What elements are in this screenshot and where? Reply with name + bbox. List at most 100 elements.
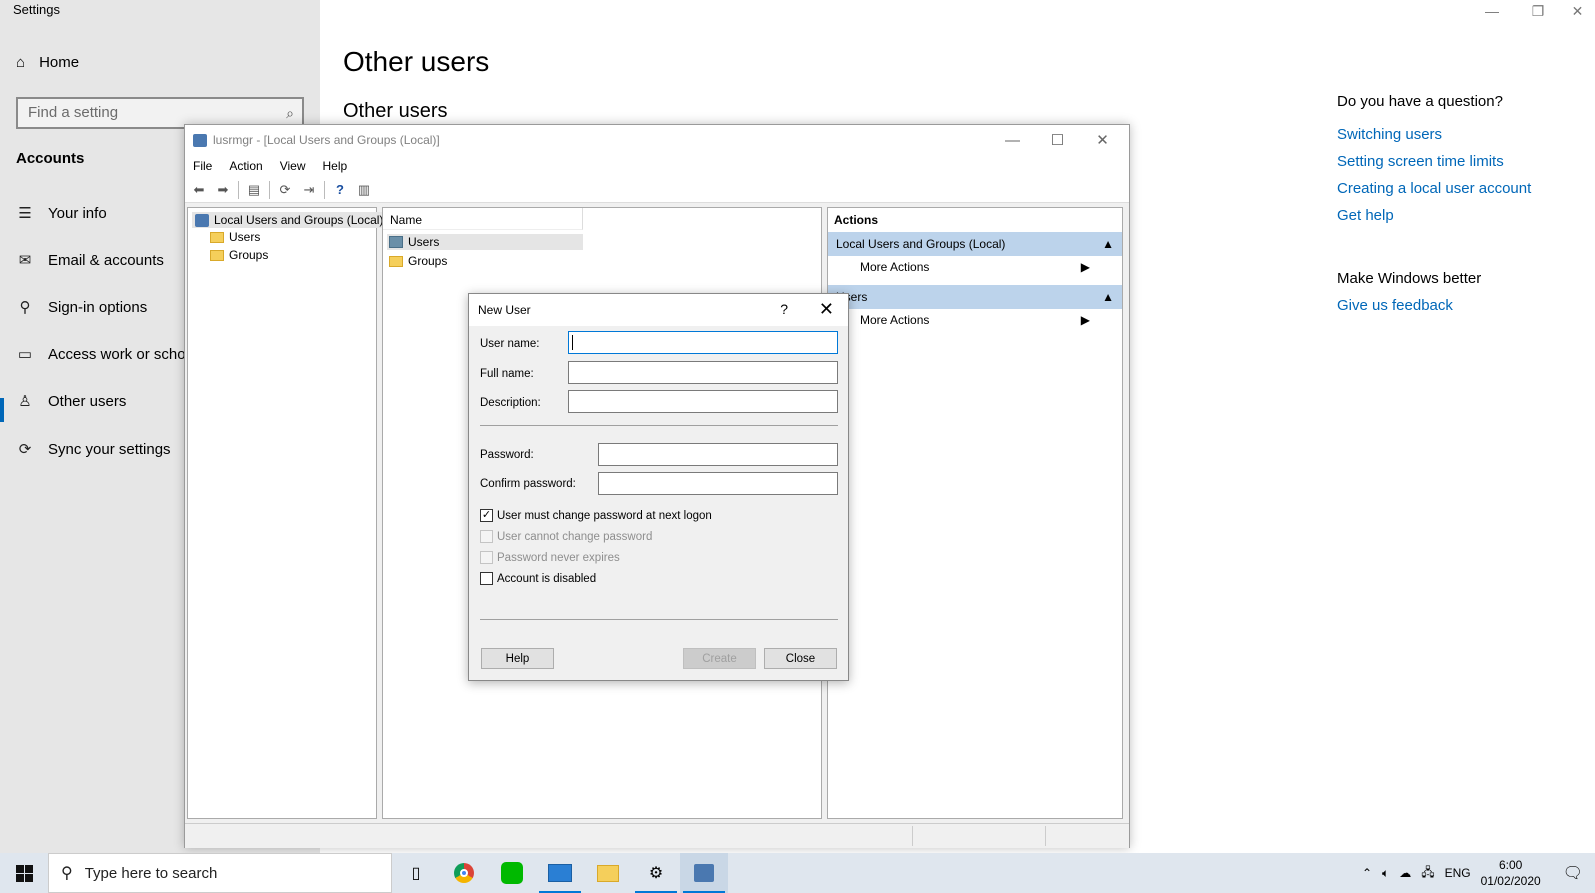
clock[interactable]: 6:00 01/02/2020: [1481, 857, 1541, 889]
home-nav-item[interactable]: ⌂ Home: [16, 54, 79, 71]
list-item-users[interactable]: Users: [387, 234, 583, 250]
confirm-password-input[interactable]: [598, 472, 838, 495]
computer-management-taskbar-icon[interactable]: [680, 853, 728, 893]
chrome-icon[interactable]: [440, 853, 488, 893]
help-icon[interactable]: ?: [331, 181, 349, 199]
task-view-icon[interactable]: ▯: [392, 853, 440, 893]
chevron-up-icon[interactable]: ⌃: [1362, 866, 1372, 880]
tree-item-label: Groups: [229, 248, 269, 262]
action-more-actions[interactable]: More Actions ▶: [828, 309, 1122, 331]
close-icon[interactable]: ✕: [1560, 0, 1595, 22]
checkbox-label: User cannot change password: [497, 530, 653, 543]
question-mark-icon[interactable]: ?: [780, 301, 788, 317]
minimize-icon[interactable]: —: [1469, 0, 1515, 22]
computer-management-icon: [193, 133, 207, 147]
action-item-label: More Actions: [860, 313, 930, 327]
action-group-users[interactable]: Users ▲: [828, 285, 1122, 309]
folder-icon: [389, 255, 403, 267]
username-input[interactable]: [568, 331, 838, 354]
onedrive-icon[interactable]: ☁: [1399, 866, 1411, 880]
language-indicator[interactable]: ENG: [1445, 866, 1471, 880]
username-label: User name:: [480, 338, 540, 350]
link-create-local-account[interactable]: Creating a local user account: [1337, 180, 1531, 197]
minimize-icon[interactable]: —: [990, 125, 1035, 155]
checkbox-must-change-password[interactable]: ✓ User must change password at next logo…: [480, 509, 712, 522]
back-arrow-icon[interactable]: ⬅: [190, 181, 208, 199]
column-header-name[interactable]: Name: [383, 208, 583, 230]
action-item-label: More Actions: [860, 260, 930, 274]
link-get-help[interactable]: Get help: [1337, 207, 1531, 224]
close-icon[interactable]: ✕: [819, 299, 834, 320]
export-list-icon[interactable]: ⇥: [300, 181, 318, 199]
action-more-actions[interactable]: More Actions ▶: [828, 256, 1122, 278]
close-icon[interactable]: ✕: [1080, 125, 1125, 155]
active-nav-indicator: [0, 398, 4, 422]
volume-icon[interactable]: 🔈︎: [1382, 866, 1389, 881]
action-group-label: Local Users and Groups (Local): [836, 237, 1006, 251]
show-hide-action-pane-icon[interactable]: ▥: [355, 181, 373, 199]
checkbox-unchecked[interactable]: [480, 572, 493, 585]
windows-logo-icon: [15, 864, 33, 882]
link-screen-time[interactable]: Setting screen time limits: [1337, 153, 1531, 170]
taskbar-search-box[interactable]: ⚲ Type here to search: [48, 853, 392, 893]
settings-gear-icon[interactable]: ⚙: [632, 853, 680, 893]
settings-window-title: Settings: [13, 2, 60, 17]
nav-sync-settings[interactable]: ⟳ Sync your settings: [16, 440, 171, 459]
checkbox-account-disabled[interactable]: Account is disabled: [480, 572, 596, 585]
divider: [480, 425, 838, 426]
refresh-icon[interactable]: ⟳: [276, 181, 294, 199]
checkbox-disabled: [480, 551, 493, 564]
menu-action[interactable]: Action: [229, 159, 262, 173]
start-button[interactable]: [0, 853, 48, 893]
page-title: Other users: [343, 46, 490, 77]
make-windows-better-heading: Make Windows better: [1337, 270, 1482, 287]
forward-arrow-icon[interactable]: ➡: [214, 181, 232, 199]
description-label: Description:: [480, 397, 541, 409]
tree-item-groups[interactable]: Groups: [210, 248, 268, 262]
toolbar-separator: [238, 180, 239, 199]
outlook-express-icon[interactable]: [584, 853, 632, 893]
tree-root[interactable]: Local Users and Groups (Local): [192, 212, 387, 228]
password-input[interactable]: [598, 443, 838, 466]
list-item-label: Groups: [408, 254, 448, 268]
line-app-icon[interactable]: [488, 853, 536, 893]
nav-other-users[interactable]: ♙ Other users: [16, 392, 127, 411]
remote-desktop-icon[interactable]: [536, 853, 584, 893]
text-caret: [572, 335, 573, 350]
description-input[interactable]: [568, 390, 838, 413]
nav-label: Sign-in options: [48, 298, 148, 316]
person-card-icon: ☰: [18, 205, 32, 222]
nav-email-accounts[interactable]: ✉ Email & accounts: [16, 251, 164, 270]
checkbox-label: Password never expires: [497, 551, 620, 564]
nav-access-work[interactable]: ▭ Access work or school: [16, 345, 198, 364]
nav-your-info[interactable]: ☰ Your info: [16, 204, 106, 223]
notifications-icon[interactable]: 🗨︎: [1563, 863, 1583, 883]
help-button[interactable]: Help: [481, 648, 554, 669]
action-group-local[interactable]: Local Users and Groups (Local) ▲: [828, 232, 1122, 256]
menu-help[interactable]: Help: [323, 159, 348, 173]
find-setting-placeholder: Find a setting: [28, 104, 119, 121]
restore-icon[interactable]: ❐: [1515, 0, 1561, 22]
toolbar-separator: [269, 180, 270, 199]
list-item-groups[interactable]: Groups: [389, 254, 447, 268]
checkbox-checked[interactable]: ✓: [480, 509, 493, 522]
link-switching-users[interactable]: Switching users: [1337, 126, 1531, 143]
menu-view[interactable]: View: [280, 159, 306, 173]
collapse-up-icon: ▲: [1102, 237, 1114, 251]
network-icon[interactable]: 🖧︎: [1421, 863, 1434, 884]
checkbox-label: User must change password at next logon: [497, 509, 712, 522]
nav-label: Other users: [48, 392, 127, 410]
tree-item-label: Users: [229, 230, 261, 244]
fullname-input[interactable]: [568, 361, 838, 384]
tree-item-users[interactable]: Users: [210, 230, 260, 244]
actions-header: Actions: [834, 213, 879, 227]
maximize-icon[interactable]: ☐: [1035, 125, 1080, 155]
menu-file[interactable]: File: [193, 159, 212, 173]
nav-label: Access work or school: [48, 345, 198, 363]
nav-sign-in-options[interactable]: ⚲ Sign-in options: [16, 298, 148, 317]
create-button[interactable]: Create: [683, 648, 756, 669]
close-button[interactable]: Close: [764, 648, 837, 669]
show-hide-tree-icon[interactable]: ▤: [245, 181, 263, 199]
home-label: Home: [39, 54, 80, 71]
link-give-feedback[interactable]: Give us feedback: [1337, 297, 1531, 314]
